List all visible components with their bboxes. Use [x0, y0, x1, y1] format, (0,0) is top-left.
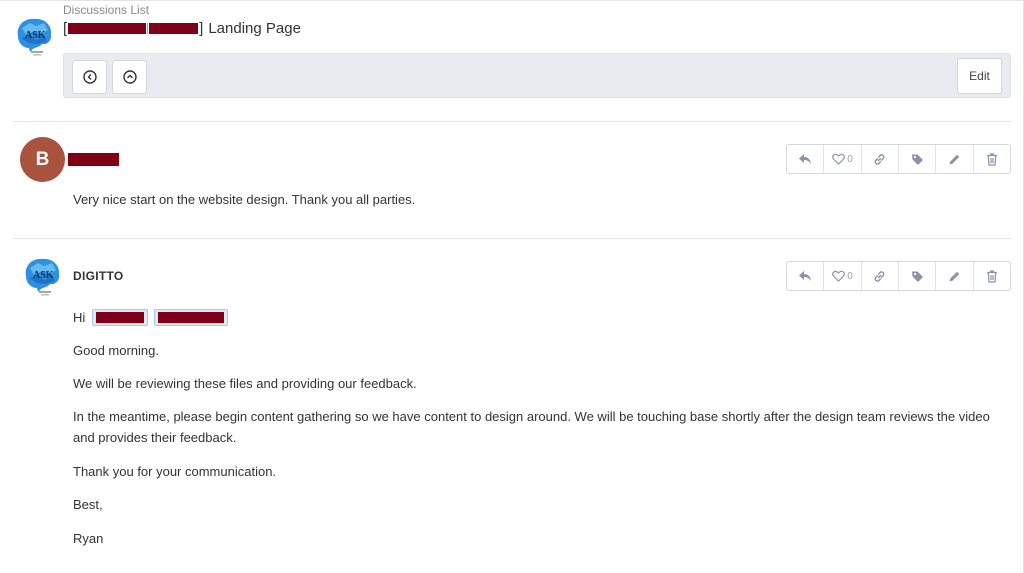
like-button[interactable]: 0 [824, 145, 862, 173]
like-count: 0 [847, 270, 853, 282]
title-bracket-close: ] [199, 20, 204, 37]
comment-author[interactable]: DIGITTO [73, 269, 124, 283]
mention-tag[interactable] [154, 309, 229, 326]
redacted-mention-2 [158, 312, 225, 323]
comment-text: Thank you for your communication. [73, 464, 277, 479]
redacted-title-part-2 [149, 23, 199, 34]
comment-text: Good morning. [73, 343, 159, 358]
up-button[interactable] [112, 60, 147, 94]
link-icon [874, 153, 885, 165]
ask-brain-logo-icon[interactable]: ASK [20, 254, 64, 298]
ask-brain-logo-icon: ASK [12, 14, 56, 58]
comment-actions: 0 [786, 261, 1011, 291]
like-button[interactable]: 0 [824, 262, 862, 290]
circle-chevron-up-icon [122, 70, 137, 84]
comment-text: In the meantime, please begin content ga… [73, 409, 990, 445]
trash-icon [986, 269, 997, 283]
trash-icon [986, 152, 997, 166]
redacted-separator [147, 23, 149, 34]
tag-icon [911, 271, 923, 282]
link-button[interactable] [862, 145, 899, 173]
divider-header [13, 121, 1012, 122]
comment-actions: 0 [786, 144, 1011, 174]
reply-button[interactable] [787, 145, 825, 173]
redacted-author-name [68, 153, 119, 166]
edit-button[interactable]: Edit [957, 58, 1002, 94]
logo-text: ASK [25, 30, 46, 41]
tag-button[interactable] [899, 262, 937, 290]
mention-tag[interactable] [92, 309, 149, 326]
greeting-text: Hi [73, 310, 86, 325]
heart-outline-icon [832, 153, 846, 165]
avatar[interactable]: B [20, 137, 65, 182]
greeting-line: Hi [73, 307, 229, 328]
pencil-icon [949, 271, 960, 281]
reply-button[interactable] [787, 262, 825, 290]
divider-comments [13, 238, 1012, 239]
comment-text: Best, [73, 497, 103, 512]
tag-icon [911, 154, 923, 165]
comment-text: Very nice start on the website design. T… [73, 192, 416, 207]
redacted-mention-1 [96, 312, 145, 323]
logo-text: ASK [33, 270, 54, 281]
edit-comment-button[interactable] [936, 145, 974, 173]
like-count: 0 [847, 153, 853, 165]
comment-text: Ryan [73, 531, 104, 546]
delete-button[interactable] [974, 145, 1010, 173]
link-button[interactable] [862, 262, 899, 290]
title-suffix: Landing Page [208, 20, 301, 37]
breadcrumb[interactable]: Discussions List [63, 3, 149, 17]
previous-button[interactable] [72, 60, 107, 94]
tag-button[interactable] [899, 145, 937, 173]
title-bracket-open: [ [63, 20, 68, 37]
edit-comment-button[interactable] [936, 262, 974, 290]
link-icon [874, 270, 885, 282]
discussion-toolbar: Edit [63, 53, 1011, 98]
delete-button[interactable] [974, 262, 1010, 290]
page-title: [ ] Landing Page [63, 20, 301, 37]
reply-icon [799, 154, 812, 164]
redacted-title-part-1 [68, 23, 147, 34]
heart-outline-icon [832, 270, 846, 282]
top-border [0, 0, 1024, 1]
reply-icon [799, 271, 812, 281]
circle-chevron-left-icon [82, 70, 97, 84]
pencil-icon [949, 154, 960, 164]
comment-text: We will be reviewing these files and pro… [73, 376, 417, 391]
